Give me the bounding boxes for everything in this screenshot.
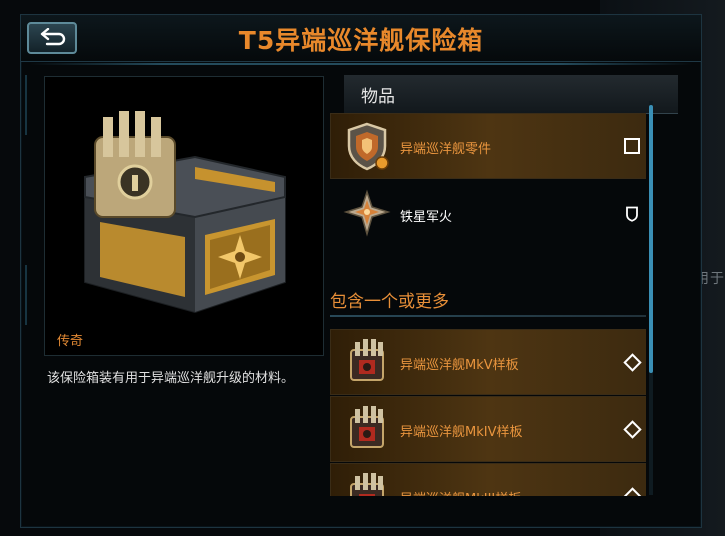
item-name: 异端巡洋舰MkIV样板 [400,425,523,440]
page-title: T5异端巡洋舰保险箱 [238,26,484,55]
items-list: 异端巡洋舰零件 铁星军火 包含一个或更多 异端巡洋舰MkV样板 异端巡洋舰MkI… [326,101,646,496]
shield-badge-icon [347,122,389,171]
list-item[interactable]: 异端巡洋舰零件 [330,113,646,179]
list-item[interactable]: 异端巡洋舰MkIII样板 [330,463,646,496]
section-label: 包含一个或更多 [330,292,449,312]
item-name: 异端巡洋舰零件 [400,142,492,157]
scrollbar-thumb[interactable] [649,105,653,373]
list-item[interactable]: 异端巡洋舰MkIV样板 [330,396,646,462]
item-description: 该保险箱装有用于异端巡洋舰升级的材料。 [47,371,295,386]
item-name: 异端巡洋舰MkV样板 [400,358,519,373]
left-frame-line [25,265,35,325]
diamond-icon [622,419,642,439]
rarity-label: 传奇 [57,334,84,349]
shield-outline-icon [623,205,641,223]
item-image-panel: 传奇 [44,76,324,356]
treasure-crate-icon [84,111,286,314]
diamond-icon [622,486,642,496]
section-divider [330,315,646,317]
diamond-icon [622,352,642,372]
title-bar: T5异端巡洋舰保险箱 [21,15,701,65]
ship-blueprint-icon [350,406,384,448]
list-item[interactable]: 异端巡洋舰MkV样板 [330,329,646,395]
ship-blueprint-icon [350,473,384,496]
item-name: 铁星军火 [400,210,453,225]
crate-window: T5异端巡洋舰保险箱 传奇 该保险箱装有用于异端巡洋舰升级的材料。 物品 异端巡… [20,14,702,528]
left-frame-line [25,75,35,135]
list-item[interactable]: 铁星军火 [330,181,646,247]
item-name: 异端巡洋舰MkIII样板 [400,488,521,496]
square-icon [623,137,641,155]
iron-star-icon [343,189,391,237]
ship-blueprint-icon [350,339,384,381]
